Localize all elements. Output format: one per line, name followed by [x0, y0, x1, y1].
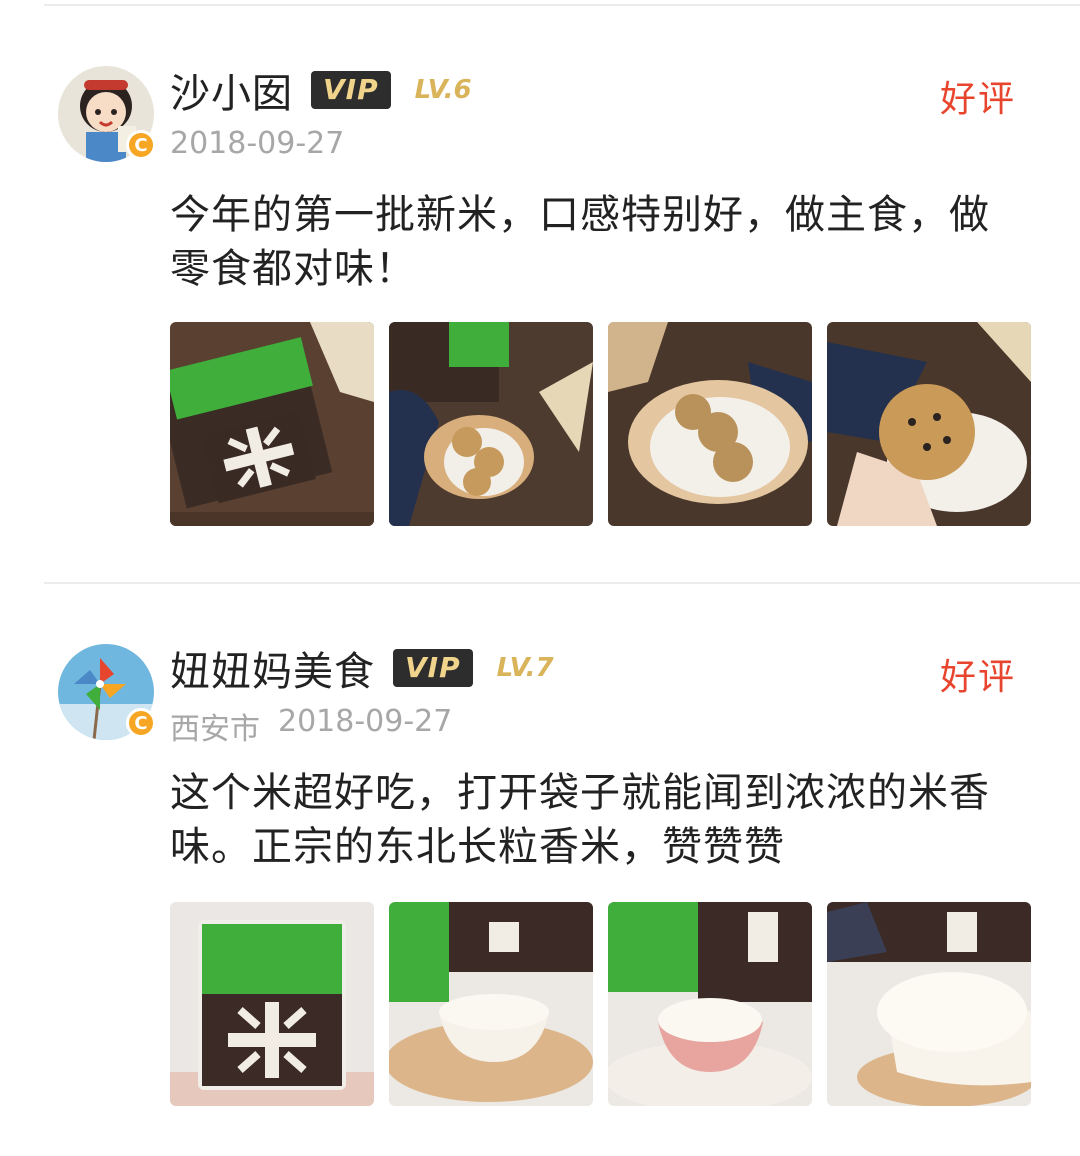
- avatar[interactable]: C: [58, 644, 156, 740]
- member-badge-icon: C: [126, 130, 156, 160]
- member-badge-icon: C: [126, 708, 156, 738]
- username[interactable]: 妞妞妈美食: [170, 639, 375, 697]
- review-date: 2018-09-27: [278, 704, 453, 739]
- review-comment: 今年的第一批新米，口感特别好，做主食，做零食都对味！: [170, 192, 990, 292]
- review-image-rice-cracker[interactable]: [389, 322, 593, 526]
- rice-bowl-photo-icon: [608, 902, 812, 1106]
- user-info-row: 妞妞妈美食 VIP LV.7: [170, 644, 554, 695]
- review-image-rice-cracker-plate[interactable]: [608, 322, 812, 526]
- rice-bag-photo-icon: [170, 902, 374, 1106]
- rating-label: 好评: [939, 79, 1016, 120]
- review-comment: 这个米超好吃，打开袋子就能闻到浓浓的米香味。正宗的东北长粒香米，赞赞赞: [170, 770, 990, 870]
- meta-row: 西安市 2018-09-27: [170, 704, 452, 748]
- level-badge: LV.6: [414, 75, 472, 105]
- rice-cracker-hand-photo-icon: [827, 322, 1031, 526]
- review-image-rice-bag[interactable]: [170, 322, 374, 526]
- review-date: 2018-09-27: [170, 126, 345, 161]
- level-badge: LV.7: [496, 653, 554, 683]
- review-divider: [44, 582, 1080, 584]
- meta-row: 2018-09-27: [170, 126, 344, 161]
- vip-badge: VIP: [311, 71, 391, 109]
- review-image-rice-cracker-hand[interactable]: [827, 322, 1031, 526]
- review-image-rice-bag[interactable]: [170, 902, 374, 1106]
- vip-badge: VIP: [393, 649, 473, 687]
- user-info-row: 沙小囡 VIP LV.6: [170, 66, 472, 117]
- rating-label: 好评: [939, 657, 1016, 698]
- top-divider: [44, 4, 1080, 6]
- avatar[interactable]: C: [58, 66, 156, 162]
- review-images: [170, 902, 1031, 1106]
- rice-cracker-photo-icon: [389, 322, 593, 526]
- rice-bag-photo-icon: [170, 322, 374, 526]
- review-images: [170, 322, 1031, 526]
- reviews-page: C 沙小囡 VIP LV.6 好评 2018-09-27 今年的第一批新米，口感…: [0, 0, 1080, 1156]
- rice-cracker-plate-photo-icon: [608, 322, 812, 526]
- review-image-rice-bowl[interactable]: [389, 902, 593, 1106]
- rice-bowl-closeup-photo-icon: [827, 902, 1031, 1106]
- username[interactable]: 沙小囡: [170, 61, 293, 119]
- review-image-rice-bowl[interactable]: [608, 902, 812, 1106]
- review-location: 西安市: [170, 712, 260, 747]
- review-image-rice-bowl-closeup[interactable]: [827, 902, 1031, 1106]
- rice-bowl-photo-icon: [389, 902, 593, 1106]
